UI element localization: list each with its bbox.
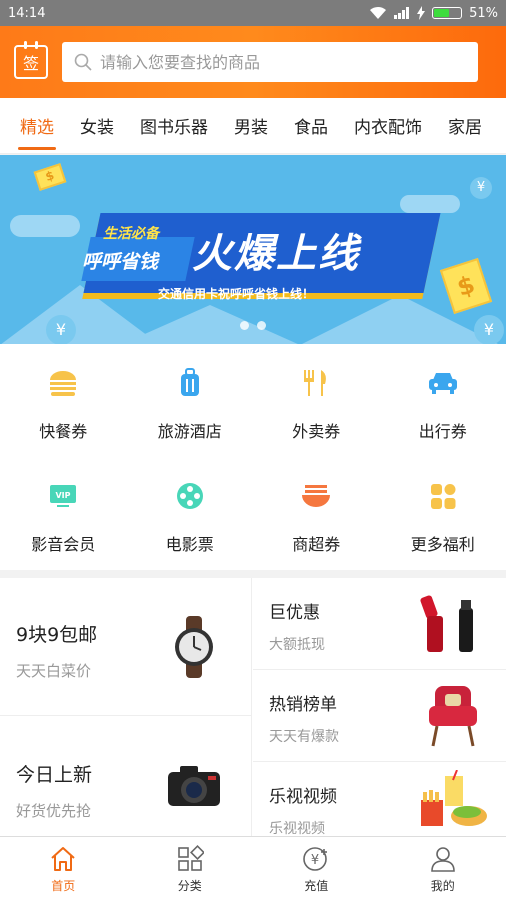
luggage-icon [180,368,199,396]
header: 签 [0,26,506,98]
tab-books-instruments[interactable]: 图书乐器 [140,113,208,138]
grid-item-takeout[interactable]: 外卖券 [253,344,380,457]
nav-home[interactable]: 首页 [0,837,127,900]
carousel-dots [0,321,506,330]
banner-caption: 交通信用卡祝呼呼省钱上线！ [158,287,315,301]
recharge-icon: ¥ [303,847,328,871]
grid-item-fast-food[interactable]: 快餐券 [0,344,127,457]
charging-icon [417,6,426,20]
promo-big-discount[interactable]: 巨优惠 大额抵现 [253,578,506,670]
wifi-icon [370,6,387,19]
film-reel-icon [176,483,203,509]
promo-bestsellers[interactable]: 热销榜单 天天有爆款 [253,670,506,762]
snacks-image [421,770,487,826]
category-icon [177,845,204,871]
search-input[interactable] [100,52,466,72]
tab-home[interactable]: 家居 [448,113,482,138]
nav-profile[interactable]: 我的 [380,837,506,900]
bowl-icon [302,485,331,507]
tab-featured[interactable]: 精选 [18,113,56,150]
vip-icon: VIP [50,485,77,507]
tab-food[interactable]: 食品 [294,113,328,138]
grid-item-travel-hotel[interactable]: 旅游酒店 [127,344,254,457]
search-box[interactable] [62,42,478,82]
grid-item-movie-tickets[interactable]: 电影票 [127,457,254,570]
promo-section: 9块9包邮 天天白菜价 今日上新 好货优先抢 巨优惠 大额抵现 热销榜单 天天有… [0,578,506,837]
watch-image [175,616,213,678]
grid-item-travel-coupon[interactable]: 出行券 [380,344,506,457]
tab-mens[interactable]: 男装 [234,113,268,138]
coin-icon: ¥ [470,177,492,199]
burger-icon [50,371,77,396]
promo-banner[interactable]: $ $ ¥ ¥ ¥ 生活必备 呼呼省钱 火爆上线 交通信用卡祝呼呼省钱上线！ [0,155,506,344]
car-icon [428,373,457,394]
money-bill-icon: $ [33,163,67,191]
nav-category[interactable]: 分类 [127,837,254,900]
nav-recharge[interactable]: ¥ 充值 [253,837,380,900]
grid-item-av-membership[interactable]: VIP 影音会员 [0,457,127,570]
banner-headline: 火爆上线 [192,231,360,277]
grid-item-supermarket[interactable]: 商超券 [253,457,380,570]
profile-icon [430,847,455,872]
more-grid-icon [430,484,456,509]
search-icon [74,53,92,71]
grid-item-more-benefits[interactable]: 更多福利 [380,457,506,570]
camera-image [168,766,220,806]
status-time: 14:14 [8,5,46,21]
tab-womens[interactable]: 女装 [80,113,114,138]
bottom-navigation: 首页 分类 ¥ 充值 我的 [0,836,506,900]
home-icon [51,847,75,871]
signal-icon [394,7,410,19]
fork-knife-icon [304,370,327,396]
category-tabs: 精选 女装 图书乐器 男装 食品 内衣配饰 家居 [0,98,506,154]
banner-tag-line2: 呼呼省钱 [82,251,159,273]
svg-text:¥: ¥ [311,853,319,868]
battery-percent: 51% [469,5,498,21]
battery-icon [432,7,463,19]
sign-in-label: 签 [22,54,39,73]
service-grid: 快餐券 旅游酒店 外卖券 出行券 VIP 影音会员 电影票 商超券 更多福利 [0,344,506,570]
armchair-image [429,686,477,747]
svg-text:VIP: VIP [56,491,71,500]
sign-in-button[interactable]: 签 [14,41,48,79]
status-bar: 14:14 51% [0,0,506,26]
tab-underwear-accessories[interactable]: 内衣配饰 [354,113,422,138]
lipstick-image [420,595,473,652]
promo-new-today[interactable]: 今日上新 好货优先抢 [0,716,252,836]
promo-nine-nine[interactable]: 9块9包邮 天天白菜价 [0,578,252,716]
banner-tag-line1: 生活必备 [103,226,159,242]
promo-letv-video[interactable]: 乐视视频 乐视视频 [253,762,506,837]
